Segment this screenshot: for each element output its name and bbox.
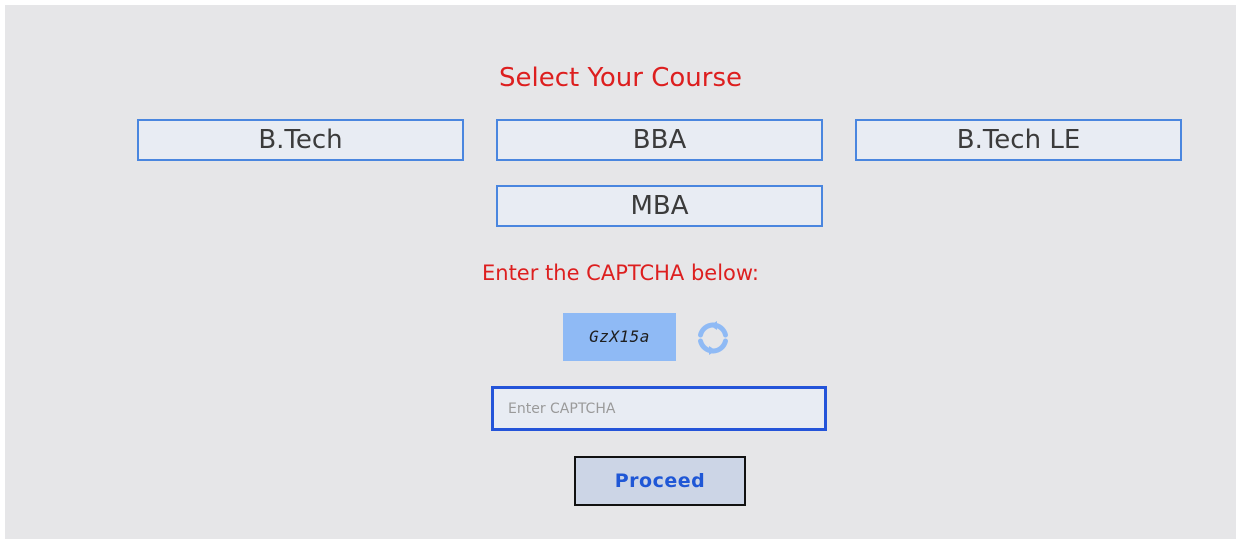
course-selection-panel: Select Your Course B.Tech BBA B.Tech LE …: [5, 5, 1236, 539]
course-button-btech-le[interactable]: B.Tech LE: [855, 119, 1182, 161]
captcha-input[interactable]: [491, 386, 827, 431]
course-button-bba[interactable]: BBA: [496, 119, 823, 161]
page-title: Select Your Course: [498, 63, 742, 93]
course-button-btech[interactable]: B.Tech: [137, 119, 464, 161]
captcha-label: Enter the CAPTCHA below:: [482, 261, 759, 285]
captcha-code: GzX15a: [563, 313, 676, 361]
course-button-mba[interactable]: MBA: [496, 185, 823, 227]
proceed-button[interactable]: Proceed: [574, 456, 746, 506]
refresh-icon[interactable]: [695, 320, 731, 356]
